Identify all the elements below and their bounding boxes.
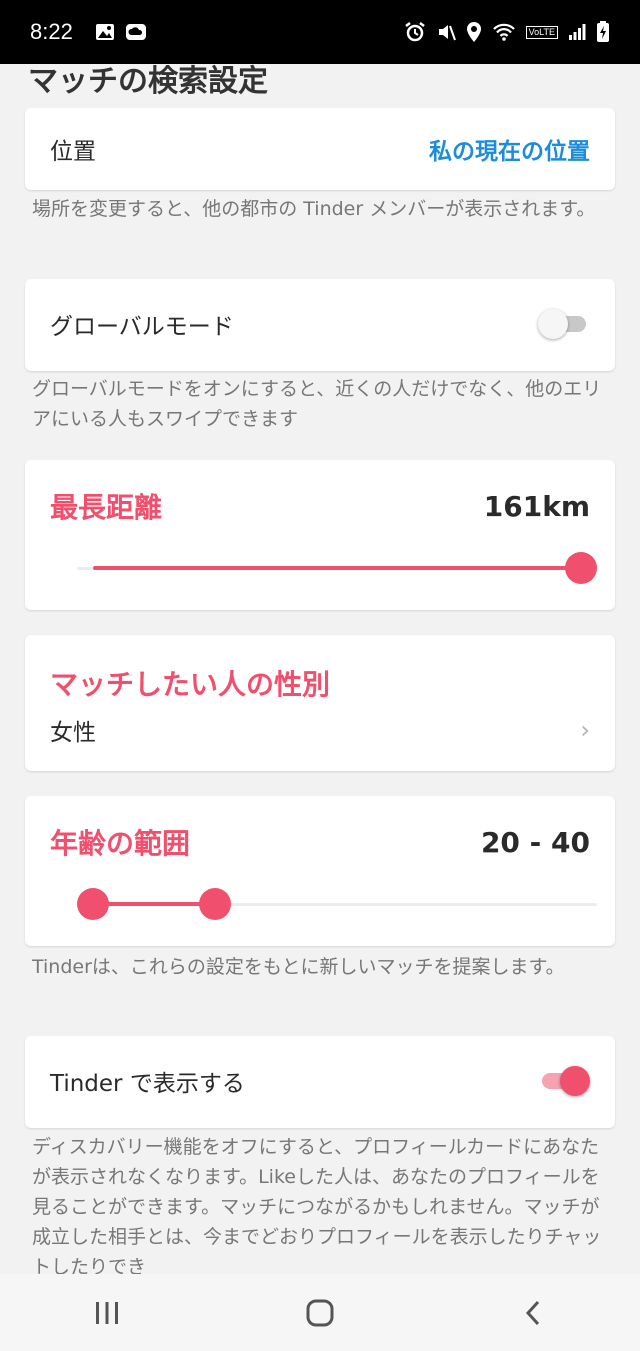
location-card[interactable]: 位置 私の現在の位置 [25, 108, 615, 190]
signal-icon [568, 23, 586, 41]
cloud-icon [125, 23, 147, 41]
global-mode-label: グローバルモード [50, 314, 234, 340]
gender-value-row[interactable]: 女性 › [50, 713, 590, 747]
mute-icon [436, 22, 456, 42]
status-right: VoLTE [404, 21, 610, 43]
location-label: 位置 [50, 139, 96, 165]
age-range-slider-fill [93, 902, 215, 906]
age-range-label: 年齢の範囲 [50, 827, 191, 860]
location-row[interactable]: 位置 私の現在の位置 [50, 132, 590, 166]
age-range-slider[interactable] [77, 888, 597, 920]
wifi-icon [492, 22, 516, 42]
global-mode-card: グローバルモード [25, 279, 615, 371]
age-range-value: 20 - 40 [480, 825, 590, 859]
show-on-tinder-toggle[interactable] [538, 1065, 590, 1097]
navigation-bar [0, 1274, 640, 1351]
home-button[interactable] [280, 1288, 360, 1338]
gender-value: 女性 [50, 720, 96, 746]
recent-apps-button[interactable] [67, 1288, 147, 1338]
max-distance-header: 最長距離 161km [50, 486, 590, 526]
max-distance-slider-thumb[interactable] [565, 552, 597, 584]
show-on-tinder-toggle-knob [560, 1066, 590, 1096]
max-distance-value: 161km [483, 489, 590, 523]
gender-label: マッチしたい人の性別 [50, 668, 331, 701]
location-value-link[interactable]: 私の現在の位置 [429, 132, 590, 166]
age-range-header: 年齢の範囲 20 - 40 [50, 822, 590, 862]
age-range-note: Tinderは、これらの設定をもとに新しいマッチを提案します。 [32, 956, 565, 978]
show-on-tinder-note: ディスカバリー機能をオフにすると、プロフィールカードにあなたが表示されなくなりま… [32, 1136, 602, 1274]
gender-header: マッチしたい人の性別 [50, 663, 590, 703]
chevron-right-icon: › [580, 716, 590, 744]
status-left: 8:22 [30, 19, 147, 45]
gender-card[interactable]: マッチしたい人の性別 女性 › [25, 635, 615, 771]
battery-icon [596, 21, 610, 43]
age-range-slider-thumb-max[interactable] [199, 888, 231, 920]
home-icon [306, 1299, 334, 1326]
location-note: 場所を変更すると、他の都市の Tinder メンバーが表示されます。 [32, 198, 596, 220]
settings-scroll-area[interactable]: マッチの検索設定 位置 私の現在の位置 場所を変更すると、他の都市の Tinde… [0, 64, 640, 1274]
alarm-icon [404, 21, 426, 43]
page-title: マッチの検索設定 [28, 64, 268, 99]
age-range-slider-thumb-min[interactable] [77, 888, 109, 920]
show-on-tinder-label: Tinder で表示する [50, 1071, 245, 1097]
max-distance-slider[interactable] [77, 552, 597, 584]
status-time: 8:22 [30, 19, 73, 44]
recent-apps-icon [95, 1301, 118, 1324]
global-mode-row: グローバルモード [50, 307, 590, 341]
max-distance-card: 最長距離 161km [25, 460, 615, 610]
age-range-card: 年齢の範囲 20 - 40 [25, 796, 615, 946]
show-on-tinder-row: Tinder で表示する [50, 1064, 590, 1098]
max-distance-label: 最長距離 [50, 491, 163, 524]
image-icon [95, 23, 115, 41]
status-bar: 8:22 VoLTE [0, 0, 640, 64]
location-icon [466, 21, 482, 43]
volte-icon: VoLTE [525, 25, 558, 39]
global-mode-note: グローバルモードをオンにすると、近くの人だけでなく、他のエリアにいる人もスワイプ… [32, 378, 602, 430]
max-distance-slider-fill [93, 566, 581, 570]
back-icon [526, 1300, 540, 1325]
back-button[interactable] [493, 1288, 573, 1338]
show-on-tinder-card: Tinder で表示する [25, 1036, 615, 1128]
global-mode-toggle[interactable] [538, 308, 590, 340]
global-mode-toggle-knob [538, 309, 568, 339]
app-root: 8:22 VoLTE マッチの検索設定 位置 私の現在の位置 場所を変更すると、… [0, 0, 640, 1351]
